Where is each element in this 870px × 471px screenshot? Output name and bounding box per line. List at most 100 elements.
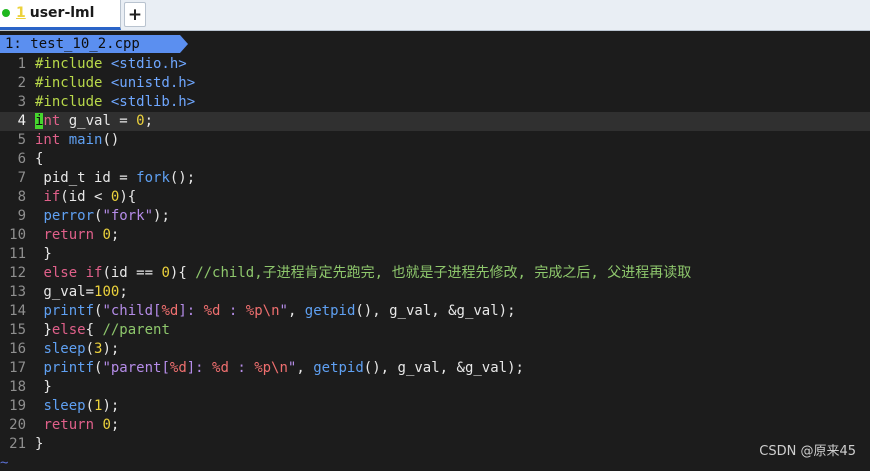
- code-line[interactable]: 3 #include <stdlib.h>: [0, 93, 870, 112]
- code-token: sleep: [43, 398, 86, 414]
- code-token: ;: [144, 113, 154, 129]
- code-line[interactable]: 15 }else{ //parent: [0, 321, 870, 340]
- code-line[interactable]: 13 g_val=100;: [0, 283, 870, 302]
- code-token: :: [228, 360, 255, 376]
- code-token: }: [35, 246, 52, 262]
- code-token: (id <: [60, 189, 111, 205]
- line-number: 4: [17, 113, 26, 129]
- code-line[interactable]: 12 else if(id == 0){ //child,子进程肯定先跑完, 也…: [0, 264, 870, 283]
- code-line[interactable]: 8 if(id < 0){: [0, 188, 870, 207]
- code-line[interactable]: 5 int main(): [0, 131, 870, 150]
- code-line[interactable]: 11 }: [0, 245, 870, 264]
- code-token: %p\n: [254, 360, 288, 376]
- watermark: CSDN @原来45: [759, 444, 856, 459]
- line-text: {: [26, 150, 43, 169]
- code-token: main: [68, 132, 103, 148]
- code-line[interactable]: 7 pid_t id = fork();: [0, 169, 870, 188]
- code-token: );: [102, 341, 120, 357]
- line-number: 14: [9, 303, 26, 319]
- tab-user-lml[interactable]: 1 user-lml: [0, 0, 121, 30]
- code-token: ]:: [178, 303, 204, 319]
- line-text: return 0;: [26, 416, 119, 435]
- tab-label: user-lml: [29, 5, 95, 21]
- code-token: %d: [169, 360, 187, 376]
- buffer-tab[interactable]: 1: test_10_2.cpp: [0, 35, 188, 53]
- empty-line-marker: ~: [0, 455, 9, 471]
- line-text: printf("child[%d]: %d : %p\n", getpid(),…: [26, 302, 516, 321]
- line-number: 16: [9, 341, 26, 357]
- code-editor[interactable]: 1 #include <stdio.h> 2 #include <unistd.h> 3…: [0, 55, 870, 454]
- line-text: }: [26, 435, 43, 454]
- code-token: g_val=: [35, 284, 95, 300]
- code-token: %p\n: [245, 303, 280, 319]
- code-token: perror: [43, 208, 95, 224]
- line-number: 3: [17, 94, 26, 110]
- line-text: else if(id == 0){ //child,子进程肯定先跑完, 也就是子…: [26, 264, 691, 283]
- line-text: return 0;: [26, 226, 119, 245]
- line-number: 21: [9, 436, 26, 452]
- code-token: sleep: [43, 341, 86, 357]
- code-line[interactable]: 19 sleep(1);: [0, 397, 870, 416]
- code-line[interactable]: 16 sleep(3);: [0, 340, 870, 359]
- line-number: 11: [9, 246, 26, 262]
- code-line[interactable]: 1 #include <stdio.h>: [0, 55, 870, 74]
- new-tab-button[interactable]: +: [124, 2, 146, 27]
- line-number: 5: [17, 132, 26, 148]
- code-token: ){: [119, 189, 137, 205]
- code-token: else: [51, 322, 86, 338]
- code-line[interactable]: 21}: [0, 435, 870, 454]
- line-number: 7: [17, 170, 26, 186]
- line-number: 19: [9, 398, 26, 414]
- code-token: ){: [169, 265, 196, 281]
- code-line[interactable]: 9 perror("fork");: [0, 207, 870, 226]
- code-line[interactable]: 10 return 0;: [0, 226, 870, 245]
- code-line[interactable]: 17 printf("parent[%d]: %d : %p\n", getpi…: [0, 359, 870, 378]
- code-token: ": [279, 303, 288, 319]
- line-text: pid_t id = fork();: [26, 169, 195, 188]
- line-text: perror("fork");: [26, 207, 169, 226]
- code-token: 0: [102, 417, 111, 433]
- code-token: if: [85, 265, 103, 281]
- code-line[interactable]: 4 int g_val = 0;: [0, 112, 870, 131]
- code-line[interactable]: 6{: [0, 150, 870, 169]
- line-text: #include <unistd.h>: [26, 74, 195, 93]
- code-token: #include: [35, 94, 111, 110]
- code-token: %d: [212, 360, 229, 376]
- code-token: 100: [94, 284, 120, 300]
- line-number: 6: [17, 151, 26, 167]
- code-token: (), g_val, &g_val);: [355, 303, 516, 319]
- code-token: <stdio.h>: [110, 56, 187, 72]
- code-token: #include: [35, 75, 111, 91]
- code-token: "fork": [102, 208, 154, 224]
- line-text: printf("parent[%d]: %d : %p\n", getpid()…: [26, 359, 524, 378]
- code-token: <stdlib.h>: [110, 94, 196, 110]
- code-token: ]:: [186, 360, 213, 376]
- line-number: 12: [9, 265, 26, 281]
- line-number: 9: [17, 208, 26, 224]
- code-token: nt: [43, 113, 61, 129]
- code-token: :: [220, 303, 246, 319]
- code-line[interactable]: 18 }: [0, 378, 870, 397]
- code-token: fork: [136, 170, 170, 186]
- line-text: int main(): [26, 131, 119, 150]
- code-token: (): [102, 132, 120, 148]
- code-token: printf: [43, 360, 95, 376]
- line-text: if(id < 0){: [26, 188, 136, 207]
- code-token: 0: [102, 227, 111, 243]
- code-line[interactable]: 20 return 0;: [0, 416, 870, 435]
- code-token: if: [43, 189, 61, 205]
- code-line[interactable]: 2 #include <unistd.h>: [0, 74, 870, 93]
- code-token: ,: [296, 360, 314, 376]
- line-text: int g_val = 0;: [26, 112, 153, 131]
- code-token: }: [35, 322, 52, 338]
- buffer-line: 1: test_10_2.cpp: [0, 35, 870, 53]
- code-token: g_val =: [60, 113, 137, 129]
- line-text: sleep(3);: [26, 340, 119, 359]
- code-token: getpid: [313, 360, 364, 376]
- line-text: }: [26, 378, 51, 397]
- line-number: 10: [9, 227, 26, 243]
- code-token: //child,子进程肯定先跑完, 也就是子进程先修改, 完成之后, 父进程再读…: [195, 265, 692, 281]
- code-line[interactable]: 14 printf("child[%d]: %d : %p\n", getpid…: [0, 302, 870, 321]
- code-token: "child[: [102, 303, 162, 319]
